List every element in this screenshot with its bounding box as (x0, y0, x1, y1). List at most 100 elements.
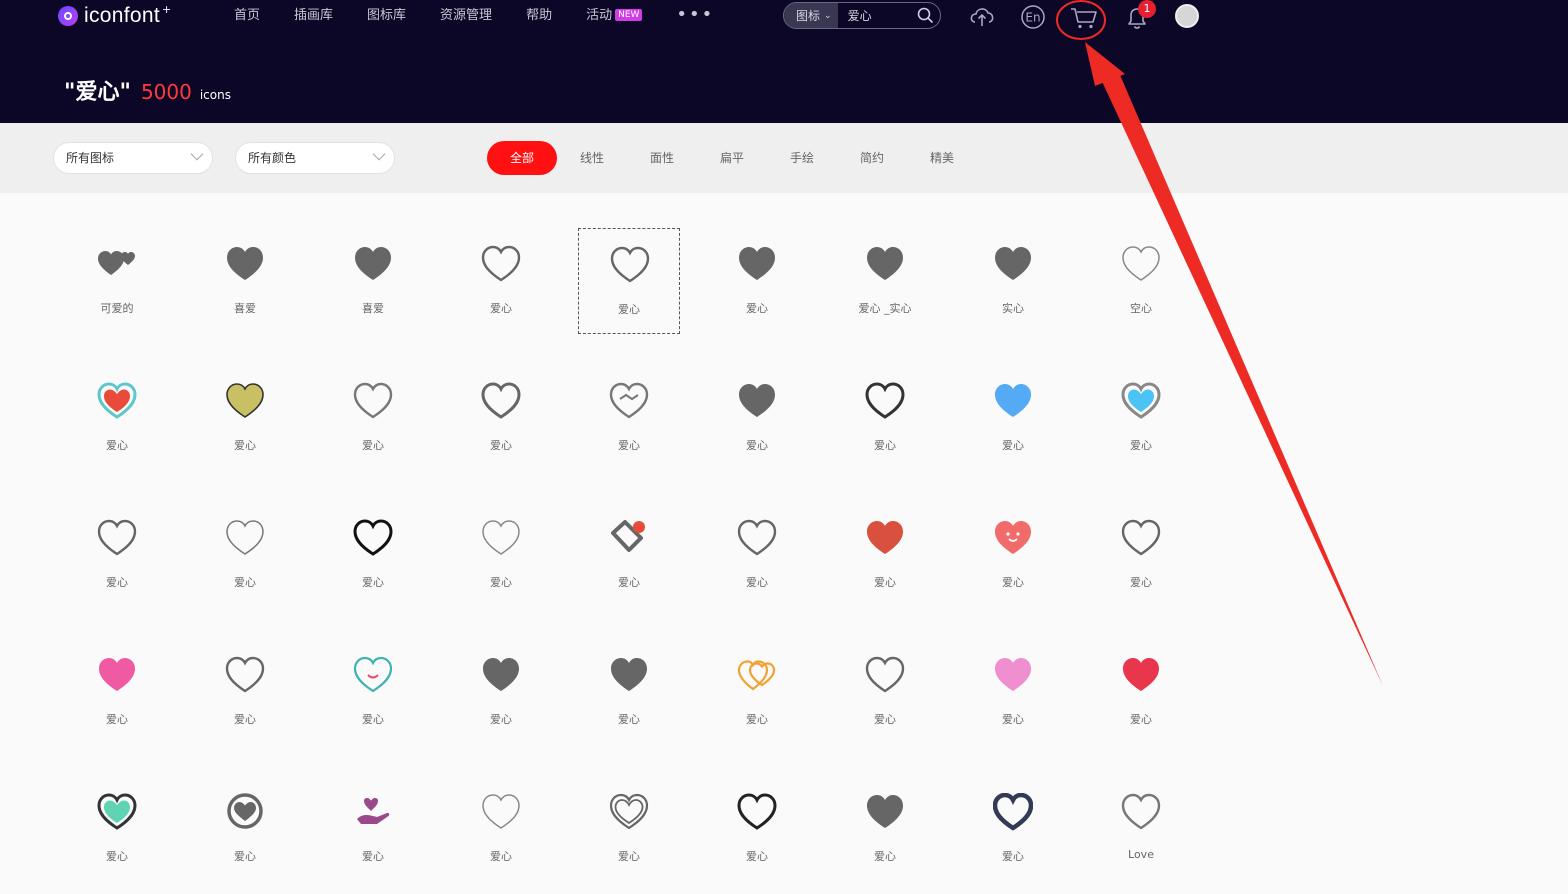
icon-card-label: 爱心 (618, 576, 640, 589)
icon-card[interactable]: 爱心 (450, 639, 552, 745)
icon-card-label: 实心 (1002, 302, 1024, 315)
icon-card[interactable]: 空心 (1090, 228, 1192, 334)
icon-card[interactable]: 可爱的 (66, 228, 168, 334)
icon-card[interactable]: 爱心 (194, 776, 296, 882)
icon-card[interactable]: 爱心 (962, 639, 1064, 745)
heart-icon (97, 382, 137, 419)
nav-item-icon-library[interactable]: 图标库 (367, 7, 406, 25)
heart-icon (993, 793, 1033, 831)
icon-card[interactable]: 实心 (962, 228, 1064, 334)
icon-card[interactable]: 爱心 (66, 502, 168, 608)
style-tabs: 全部 线性 面性 扁平 手绘 简约 精美 (487, 141, 977, 175)
search-icon[interactable] (910, 7, 940, 24)
icon-card[interactable]: 爱心 (834, 502, 936, 608)
iconfont-logo[interactable]: iconfont + (58, 3, 171, 28)
heart-icon (865, 382, 905, 419)
icon-card[interactable]: 爱心 (578, 228, 680, 334)
more-menu-button[interactable]: ••• (676, 4, 714, 25)
icon-card-label: 爱心 (234, 713, 256, 726)
icon-card[interactable]: 爱心 (66, 776, 168, 882)
icon-color-value: 所有颜色 (248, 151, 297, 165)
tab-simple[interactable]: 简约 (837, 141, 907, 175)
icon-card[interactable]: 爱心 (450, 776, 552, 882)
icon-category-select[interactable]: 所有图标 (53, 142, 213, 174)
icon-card[interactable]: 爱心 (578, 639, 680, 745)
icon-card[interactable]: 爱心 (706, 639, 808, 745)
icon-card[interactable]: 爱心 (834, 365, 936, 471)
icon-card-label: 爱心 (106, 713, 128, 726)
tab-linear[interactable]: 线性 (557, 141, 627, 175)
icon-card-label: 爱心 (1002, 439, 1024, 452)
language-en-icon[interactable]: En (1020, 4, 1046, 34)
tab-exquisite[interactable]: 精美 (907, 141, 977, 175)
icon-card-label: Love (1128, 848, 1154, 861)
icon-card[interactable]: 爱心 (578, 776, 680, 882)
icon-card[interactable]: 爱心 (962, 365, 1064, 471)
nav-item-activity[interactable]: 活动 NEW (586, 7, 643, 25)
icon-card[interactable]: 爱心 (962, 502, 1064, 608)
heart-icon (227, 247, 263, 280)
search-result-title: "爱心" 5000 icons (64, 74, 231, 106)
icon-card[interactable]: 爱心 (834, 776, 936, 882)
icon-card[interactable]: 爱心 (66, 639, 168, 745)
avatar[interactable] (1175, 4, 1199, 28)
heart-icon (867, 795, 903, 828)
upload-icon[interactable] (968, 4, 996, 32)
heart-icon (353, 382, 393, 419)
nav-item-illustrations[interactable]: 插画库 (294, 7, 333, 25)
icon-card[interactable]: 喜爱 (194, 228, 296, 334)
icon-card[interactable]: 爱心 (1090, 502, 1192, 608)
icon-card[interactable]: 爱心 (578, 365, 680, 471)
icon-card[interactable]: 爱心 (322, 502, 424, 608)
cart-icon[interactable] (1070, 6, 1098, 34)
icon-card-label: 可爱的 (100, 302, 134, 315)
result-query: "爱心" (64, 80, 131, 105)
result-count: 5000 (140, 80, 192, 104)
heart-icon (867, 521, 903, 554)
tab-hand-drawn[interactable]: 手绘 (767, 141, 837, 175)
icon-card[interactable]: 爱心 (322, 776, 424, 882)
icon-card-label: 爱心 (746, 850, 768, 863)
tab-all[interactable]: 全部 (487, 141, 557, 175)
icon-card[interactable]: 爱心 (578, 502, 680, 608)
icon-card[interactable]: 爱心 (194, 502, 296, 608)
icon-card[interactable]: 爱心 (834, 639, 936, 745)
icon-color-select[interactable]: 所有颜色 (235, 142, 395, 174)
icon-card[interactable]: 爱心 _实心 (834, 228, 936, 334)
search-input[interactable] (837, 7, 910, 24)
icon-card[interactable]: 爱心 (706, 502, 808, 608)
heart-icon (1121, 519, 1161, 556)
icon-card[interactable]: 爱心 (450, 228, 552, 334)
icon-card[interactable]: 爱心 (1090, 639, 1192, 745)
icon-card[interactable]: 爱心 (322, 365, 424, 471)
icon-card[interactable]: Love (1090, 776, 1192, 882)
icon-card[interactable]: 爱心 (962, 776, 1064, 882)
icon-card[interactable]: 喜爱 (322, 228, 424, 334)
nav-item-activity-label: 活动 (586, 8, 613, 23)
icon-card[interactable]: 爱心 (450, 365, 552, 471)
heart-icon (353, 656, 393, 693)
icon-card[interactable]: 爱心 (706, 228, 808, 334)
nav-item-resource-management[interactable]: 资源管理 (440, 7, 492, 25)
search-type-label: 图标 (796, 9, 821, 23)
heart-icon (483, 658, 519, 691)
nav-item-help[interactable]: 帮助 (526, 7, 552, 25)
heart-icon (609, 793, 649, 830)
icon-card[interactable]: 爱心 (194, 639, 296, 745)
icon-card[interactable]: 爱心 (706, 776, 808, 882)
heart-icon (482, 520, 520, 555)
icon-card[interactable]: 爱心 (322, 639, 424, 745)
nav-item-home[interactable]: 首页 (234, 7, 260, 25)
heart-icon (737, 660, 776, 691)
icon-card[interactable]: 爱心 (66, 365, 168, 471)
search-box: 图标 ⌄ (783, 2, 941, 29)
icon-card[interactable]: 爱心 (194, 365, 296, 471)
icon-card-label: 爱心 (874, 713, 896, 726)
icon-card[interactable]: 爱心 (1090, 365, 1192, 471)
search-type-dropdown[interactable]: 图标 ⌄ (784, 3, 838, 28)
icon-card[interactable]: 爱心 (706, 365, 808, 471)
tab-filled[interactable]: 面性 (627, 141, 697, 175)
icon-card[interactable]: 爱心 (450, 502, 552, 608)
tab-flat[interactable]: 扁平 (697, 141, 767, 175)
heart-icon (227, 793, 263, 829)
